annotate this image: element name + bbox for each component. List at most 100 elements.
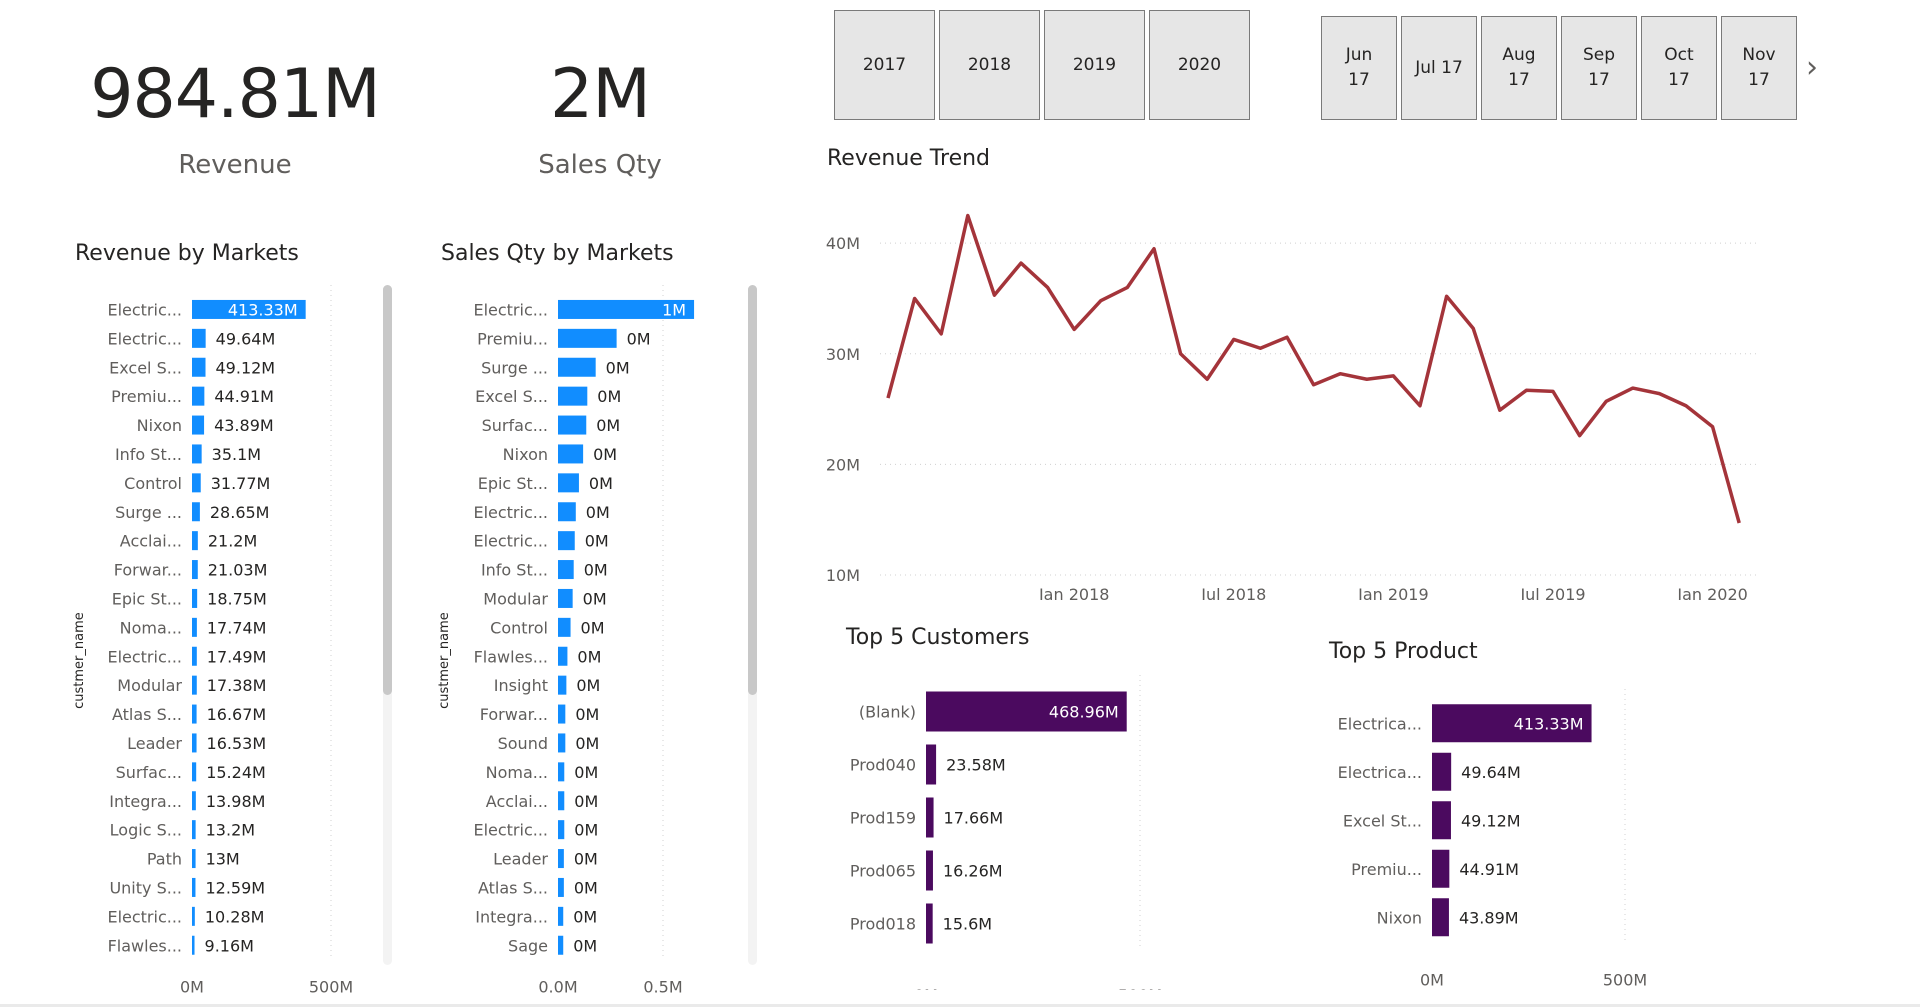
category-label: (Blank) xyxy=(859,703,916,722)
data-label: 13.98M xyxy=(206,792,266,811)
data-label: 10.28M xyxy=(205,907,265,926)
data-label: 1M xyxy=(662,300,686,319)
bar xyxy=(558,473,579,493)
month-slicer-jun-17[interactable]: Jun 17 xyxy=(1321,16,1397,120)
bar xyxy=(1432,849,1450,888)
category-label: Epic St... xyxy=(478,474,548,493)
data-label: 16.67M xyxy=(207,705,267,724)
category-label: Electric... xyxy=(473,300,548,319)
data-label: 31.77M xyxy=(211,474,271,493)
category-label: Info St... xyxy=(115,445,182,464)
category-label: Electrica... xyxy=(1338,763,1422,782)
data-label: 0M xyxy=(596,416,620,435)
bar xyxy=(1432,752,1452,791)
top-products-title: Top 5 Product xyxy=(1329,639,1478,664)
category-label: Sound xyxy=(498,734,548,753)
data-label: 13.2M xyxy=(206,821,255,840)
month-slicer-oct-17[interactable]: Oct 17 xyxy=(1641,16,1717,120)
category-label: Logic S... xyxy=(110,821,182,840)
data-label: 44.91M xyxy=(214,387,274,406)
data-label: 0M xyxy=(584,561,608,580)
data-label: 0M xyxy=(593,445,617,464)
year-slicer-2017[interactable]: 2017 xyxy=(834,10,935,120)
data-label: 0M xyxy=(574,878,598,897)
data-label: 0M xyxy=(574,792,598,811)
month-slicer-sep-17[interactable]: Sep 17 xyxy=(1561,16,1637,120)
revenue-markets-scroll-thumb[interactable] xyxy=(383,285,392,695)
month-slicer-nov-17[interactable]: Nov 17 xyxy=(1721,16,1797,120)
bar xyxy=(558,617,571,637)
category-label: Forwar... xyxy=(480,705,548,724)
sales-qty-kpi-label: Sales Qty xyxy=(538,150,662,180)
sales-qty-by-markets-title: Sales Qty by Markets xyxy=(441,241,674,266)
bar xyxy=(192,328,206,348)
bar xyxy=(192,675,197,695)
y-tick-label: 30M xyxy=(826,345,860,364)
data-label: 43.89M xyxy=(1459,908,1519,927)
data-label: 49.12M xyxy=(1461,811,1521,830)
revenue-trend-title: Revenue Trend xyxy=(827,146,991,171)
data-label: 0M xyxy=(576,676,600,695)
bar xyxy=(558,588,573,608)
bar xyxy=(558,675,567,695)
bar xyxy=(192,733,197,753)
data-label: 21.03M xyxy=(208,561,268,580)
category-label: Insight xyxy=(494,676,548,695)
bar xyxy=(192,762,197,782)
bar xyxy=(192,415,205,435)
bar xyxy=(558,762,565,782)
revenue-kpi-value: 984.81M xyxy=(90,55,381,134)
bar xyxy=(558,560,574,580)
category-label: Electric... xyxy=(473,503,548,522)
year-slicer-2020[interactable]: 2020 xyxy=(1149,10,1250,120)
data-label: 0M xyxy=(574,850,598,869)
data-label: 0M xyxy=(573,907,597,926)
bar xyxy=(192,877,196,897)
data-label: 0M xyxy=(574,763,598,782)
bar xyxy=(926,744,937,785)
month-slicer-jul-17[interactable]: Jul 17 xyxy=(1401,16,1477,120)
category-label: Epic St... xyxy=(112,589,182,608)
category-label: Nixon xyxy=(1377,908,1422,927)
bar xyxy=(1432,898,1449,937)
sales-qty-kpi-value: 2M xyxy=(550,55,651,134)
data-label: 0M xyxy=(606,358,630,377)
bar xyxy=(558,733,566,753)
qty-markets-scroll-thumb[interactable] xyxy=(748,285,757,695)
category-label: Leader xyxy=(127,734,182,753)
x-tick-label: 0M xyxy=(914,986,938,990)
bar xyxy=(192,473,201,493)
data-label: 28.65M xyxy=(210,503,270,522)
bar xyxy=(558,502,576,522)
bar xyxy=(926,850,933,891)
data-label: 13M xyxy=(206,850,240,869)
category-label: Control xyxy=(124,474,182,493)
top-products-chart: 0M 500M Electrica... 413.33M Electrica... 49.… xyxy=(1338,689,1647,990)
data-label: 12.59M xyxy=(205,878,265,897)
data-label: 15.6M xyxy=(943,915,992,934)
data-label: 0M xyxy=(583,589,607,608)
data-label: 35.1M xyxy=(212,445,261,464)
bar xyxy=(192,357,206,377)
revenue-series-line xyxy=(886,213,1741,524)
category-label: Electric... xyxy=(473,821,548,840)
category-label: Electric... xyxy=(107,907,182,926)
month-slicer-aug-17[interactable]: Aug 17 xyxy=(1481,16,1557,120)
bar xyxy=(192,560,198,580)
x-tick-label: 500M xyxy=(1118,986,1162,990)
category-label: Electric... xyxy=(107,647,182,666)
x-tick-label: 0M xyxy=(1420,971,1444,990)
chevron-right-icon[interactable]: › xyxy=(1806,50,1818,85)
category-label: Leader xyxy=(493,850,548,869)
bar xyxy=(192,849,196,869)
year-slicer-2019[interactable]: 2019 xyxy=(1044,10,1145,120)
category-label: Surge ... xyxy=(481,358,548,377)
data-label: 15.24M xyxy=(206,763,266,782)
bar xyxy=(192,502,200,522)
category-label: Excel S... xyxy=(475,387,548,406)
year-slicer-2018[interactable]: 2018 xyxy=(939,10,1040,120)
category-label: Electric... xyxy=(473,532,548,551)
top-customers-title: Top 5 Customers xyxy=(846,625,1030,650)
category-label: Flawles... xyxy=(108,936,182,955)
bar xyxy=(558,849,564,869)
